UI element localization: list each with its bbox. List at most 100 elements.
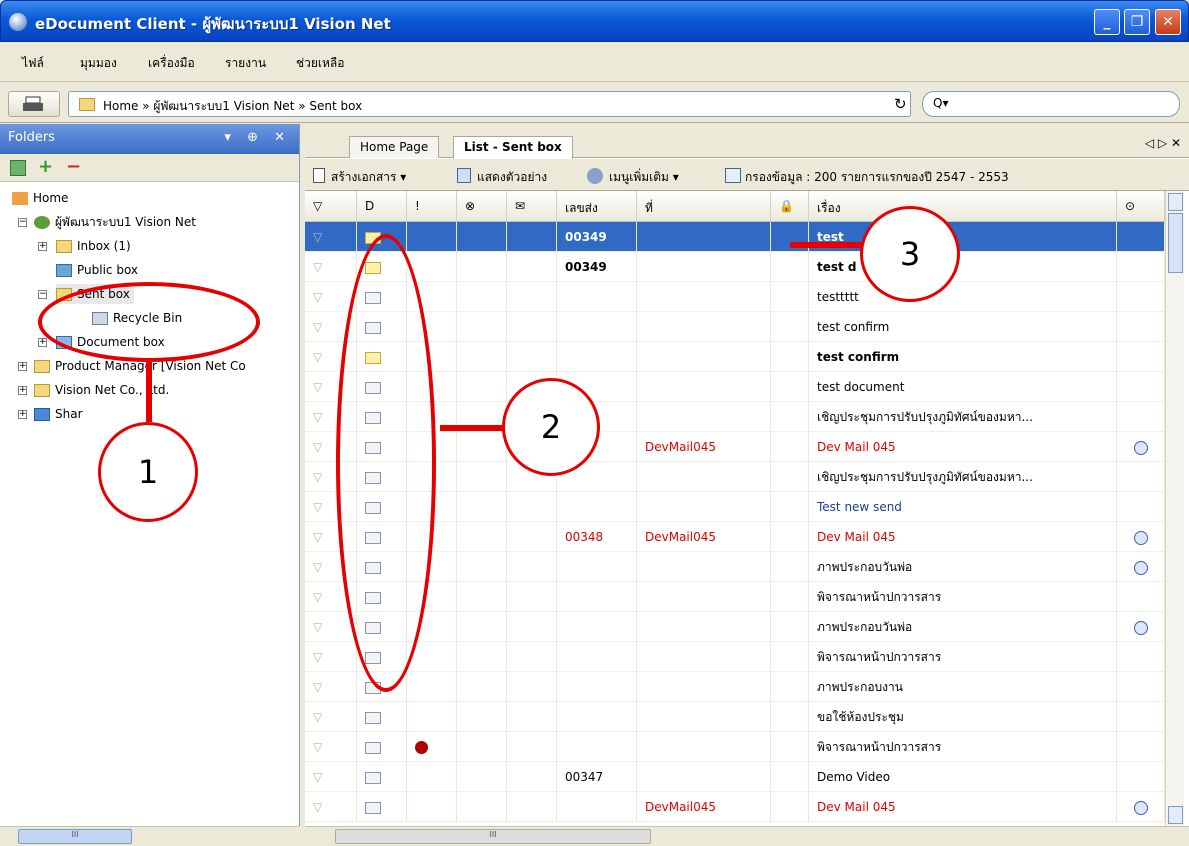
menu-report[interactable]: รายงาน <box>225 54 266 73</box>
table-row[interactable]: ▽ 00347 Demo Video <box>305 762 1165 792</box>
maximize-button[interactable]: ❐ <box>1124 9 1150 35</box>
col-flag[interactable]: ▽ <box>305 191 357 221</box>
flag-icon[interactable]: ▽ <box>305 672 357 702</box>
menu-view[interactable]: มุมมอง <box>80 54 117 73</box>
subject-cell: พิจารณาหน้าปกวารสาร <box>809 732 1117 762</box>
grid-hscrollbar[interactable]: III <box>305 826 1189 846</box>
table-row[interactable]: ▽ พิจารณาหน้าปกวารสาร <box>305 582 1165 612</box>
col-reference[interactable]: ที่ <box>637 191 771 221</box>
address-bar: Home » ผู้พัฒนาระบบ1 Vision Net » Sent b… <box>0 83 1189 123</box>
cancel-cell <box>457 432 507 462</box>
create-document-button[interactable]: สร้างเอกสาร ▾ <box>331 168 406 187</box>
search-input[interactable]: Q▾ <box>922 91 1180 117</box>
table-row[interactable]: ▽ test confirm <box>305 342 1165 372</box>
vscroll-thumb[interactable] <box>1168 213 1183 273</box>
minimize-button[interactable]: _ <box>1094 9 1120 35</box>
close-button[interactable]: ✕ <box>1155 9 1181 35</box>
remove-folder-icon[interactable]: − <box>66 156 81 177</box>
flag-icon[interactable]: ▽ <box>305 762 357 792</box>
refresh-icon[interactable]: ↻ <box>894 95 907 113</box>
table-row[interactable]: ▽ DevMail045 Dev Mail 045 <box>305 792 1165 822</box>
time-cell <box>1117 582 1165 612</box>
tree-public-box[interactable]: Public box <box>56 260 138 280</box>
hscroll-thumb[interactable]: III <box>18 829 132 844</box>
table-row[interactable]: ▽ test confirm <box>305 312 1165 342</box>
table-row[interactable]: ▽ ภาพประกอบงาน <box>305 672 1165 702</box>
collapse-icon[interactable]: − <box>38 290 47 299</box>
panel-controls[interactable]: ▾ ⊕ ✕ <box>224 130 291 145</box>
print-button[interactable] <box>8 91 60 117</box>
collapse-icon[interactable]: − <box>18 218 27 227</box>
cancel-cell <box>457 282 507 312</box>
more-menu-button[interactable]: เมนูเพิ่มเติม ▾ <box>609 168 679 187</box>
time-cell <box>1117 732 1165 762</box>
folders-hscrollbar[interactable]: III <box>0 826 300 846</box>
lock-cell <box>771 582 809 612</box>
refresh-folders-icon[interactable] <box>10 160 26 176</box>
breadcrumb[interactable]: Home » ผู้พัฒนาระบบ1 Vision Net » Sent b… <box>68 91 911 117</box>
expand-icon[interactable]: + <box>38 242 47 251</box>
menu-help[interactable]: ช่วยเหลือ <box>296 54 345 73</box>
table-row[interactable]: ▽ ขอใช้ห้องประชุม <box>305 702 1165 732</box>
reference-cell: DevMail045 <box>637 522 771 552</box>
send-number-cell: 00347 <box>557 762 637 792</box>
flag-icon[interactable]: ▽ <box>305 222 357 252</box>
preview-button[interactable]: แสดงตัวอย่าง <box>477 168 547 187</box>
tree-home[interactable]: Home <box>12 188 68 208</box>
scroll-up-icon[interactable] <box>1168 193 1183 211</box>
table-row[interactable]: ▽ 00349 test <box>305 222 1165 252</box>
subject-cell: ภาพประกอบวันพ่อ <box>809 612 1117 642</box>
add-folder-icon[interactable]: + <box>38 156 53 177</box>
expand-icon[interactable]: + <box>18 386 27 395</box>
col-doc[interactable]: D <box>357 191 407 221</box>
menu-tools[interactable]: เครื่องมือ <box>148 54 195 73</box>
expand-icon[interactable]: + <box>18 410 27 419</box>
time-cell <box>1117 762 1165 792</box>
list-toolbar: สร้างเอกสาร ▾ แสดงตัวอย่าง เมนูเพิ่มเติม… <box>305 159 1189 191</box>
grid-vscrollbar[interactable] <box>1165 191 1184 826</box>
new-document-icon <box>313 168 325 183</box>
menu-file[interactable]: ไฟล์ <box>22 54 44 73</box>
tab-list-sent-box[interactable]: List - Sent box <box>453 136 573 159</box>
tree-user[interactable]: ผู้พัฒนาระบบ1 Vision Net <box>34 212 196 232</box>
col-priority[interactable]: ! <box>407 191 457 221</box>
expand-icon[interactable]: + <box>38 338 47 347</box>
table-row[interactable]: ▽ พิจารณาหน้าปกวารสาร <box>305 732 1165 762</box>
lock-cell <box>771 312 809 342</box>
flag-icon[interactable]: ▽ <box>305 792 357 822</box>
filter-button[interactable]: กรองข้อมูล : 200 รายการแรกของปี 2547 - 2… <box>745 168 1009 187</box>
tab-home-page[interactable]: Home Page <box>349 136 440 158</box>
col-subject[interactable]: เรื่อง <box>809 191 1117 221</box>
table-row[interactable]: ▽ 00349 test d <box>305 252 1165 282</box>
tree-inbox[interactable]: Inbox (1) <box>56 236 131 256</box>
flag-icon[interactable]: ▽ <box>305 702 357 732</box>
col-time[interactable]: ⊙ <box>1117 191 1165 221</box>
attach-cell <box>507 732 557 762</box>
subject-cell: test confirm <box>809 312 1117 342</box>
table-row[interactable]: ▽ พิจารณาหน้าปกวารสาร <box>305 642 1165 672</box>
time-cell <box>1117 642 1165 672</box>
scroll-down-icon[interactable] <box>1168 806 1183 824</box>
flag-icon[interactable]: ▽ <box>305 732 357 762</box>
table-row[interactable]: ▽ ภาพประกอบวันพ่อ <box>305 552 1165 582</box>
expand-icon[interactable]: + <box>18 362 27 371</box>
col-send-number[interactable]: เลขส่ง <box>557 191 637 221</box>
folders-header: Folders ▾ ⊕ ✕ <box>0 124 299 154</box>
table-row[interactable]: ▽ testtttt <box>305 282 1165 312</box>
col-lock[interactable]: 🔒 <box>771 191 809 221</box>
tab-nav-controls[interactable]: ◁ ▷ ✕ <box>1145 136 1181 150</box>
cancel-cell <box>457 732 507 762</box>
flag-icon[interactable]: ▽ <box>305 642 357 672</box>
subject-cell: เชิญประชุมการปรับปรุงภูมิทัศน์ของมหา... <box>809 462 1117 492</box>
col-cancel[interactable]: ⊗ <box>457 191 507 221</box>
table-row[interactable]: ▽ test document <box>305 372 1165 402</box>
menu-bar: ไฟล์ มุมมอง เครื่องมือ รายงาน ช่วยเหลือ <box>0 42 1189 82</box>
lock-cell <box>771 552 809 582</box>
table-row[interactable]: ▽ ภาพประกอบวันพ่อ <box>305 612 1165 642</box>
reference-cell <box>637 702 771 732</box>
reference-cell <box>637 582 771 612</box>
flag-icon[interactable]: ▽ <box>305 252 357 282</box>
hscroll-thumb[interactable]: III <box>335 829 651 844</box>
col-attach[interactable]: ✉ <box>507 191 557 221</box>
tree-shared[interactable]: Shar <box>34 404 83 424</box>
